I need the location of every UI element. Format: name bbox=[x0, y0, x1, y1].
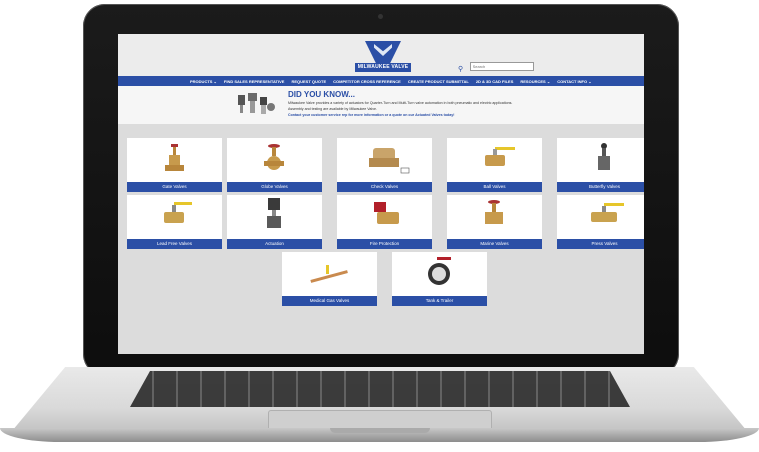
category-card-actuation[interactable]: Actuation bbox=[227, 195, 322, 249]
category-label: Actuation bbox=[227, 239, 322, 249]
lid-notch bbox=[330, 428, 430, 433]
search-input[interactable] bbox=[469, 62, 534, 72]
dyk-title: DID YOU KNOW... bbox=[288, 90, 355, 99]
category-label: Butterfly Valves bbox=[557, 182, 644, 192]
category-label: Press Valves bbox=[557, 239, 644, 249]
category-card-gate-valves[interactable]: Gate Valves bbox=[127, 138, 222, 192]
check-valve-icon bbox=[369, 148, 410, 174]
category-card-ball-valves[interactable]: Ball Valves bbox=[447, 138, 542, 192]
press-valve-icon bbox=[591, 203, 624, 222]
keyboard bbox=[130, 371, 630, 407]
butterfly-valve-icon bbox=[598, 143, 610, 170]
category-label: Lead Free Valves bbox=[127, 239, 222, 249]
marine-valve-icon bbox=[485, 200, 503, 224]
nav-products[interactable]: PRODUCTS ⌄ bbox=[190, 79, 217, 84]
lead-free-valve-icon bbox=[164, 202, 192, 223]
nav-competitor-cross-reference[interactable]: COMPETITOR CROSS REFERENCE bbox=[333, 79, 401, 84]
category-card-medical-gas-valves[interactable]: Medical Gas Valves bbox=[282, 252, 377, 306]
category-label: Globe Valves bbox=[227, 182, 322, 192]
fire-protection-icon bbox=[374, 202, 399, 224]
laptop-base bbox=[0, 367, 759, 452]
nav-create-product-submittal[interactable]: CREATE PRODUCT SUBMITTAL bbox=[408, 79, 469, 84]
did-you-know-banner: DID YOU KNOW... Milwaukee Valve provides… bbox=[118, 86, 644, 124]
nav-cad-files[interactable]: 2D & 3D CAD FILES bbox=[476, 79, 514, 84]
category-label: Gate Valves bbox=[127, 182, 222, 192]
category-card-marine-valves[interactable]: Marine Valves bbox=[447, 195, 542, 249]
category-label: Tank & Trailer bbox=[392, 296, 487, 306]
medical-gas-valve-icon bbox=[310, 265, 348, 283]
main-nav: PRODUCTS ⌄ FIND SALES REPRESENTATIVE REQ… bbox=[118, 76, 644, 86]
dyk-line-1: Milwaukee Valve provides a variety of ac… bbox=[288, 101, 513, 105]
nav-resources[interactable]: RESOURCES ⌄ bbox=[520, 79, 550, 84]
category-card-press-valves[interactable]: Press Valves bbox=[557, 195, 644, 249]
tank-trailer-valve-icon bbox=[428, 257, 451, 285]
actuated-valves-image bbox=[238, 93, 275, 114]
nav-find-sales-rep[interactable]: FIND SALES REPRESENTATIVE bbox=[224, 79, 285, 84]
category-card-butterfly-valves[interactable]: Butterfly Valves bbox=[557, 138, 644, 192]
camera-icon bbox=[378, 14, 383, 19]
search-icon[interactable]: ⚲ bbox=[458, 66, 463, 73]
gate-valve-icon bbox=[165, 144, 184, 171]
category-card-lead-free-valves[interactable]: Lead Free Valves bbox=[127, 195, 222, 249]
logo-text: MILWAUKEE VALVE bbox=[355, 63, 411, 72]
logo-mark-icon bbox=[365, 41, 401, 63]
browser-screen: MILWAUKEE VALVE ⚲ PRODUCTS ⌄ FIND SALES … bbox=[118, 34, 644, 354]
category-card-check-valves[interactable]: Check Valves bbox=[337, 138, 432, 192]
category-card-fire-protection[interactable]: Fire Protection bbox=[337, 195, 432, 249]
actuator-icon bbox=[267, 198, 281, 228]
category-label: Fire Protection bbox=[337, 239, 432, 249]
milwaukee-valve-logo[interactable]: MILWAUKEE VALVE bbox=[355, 41, 411, 74]
ball-valve-icon bbox=[485, 147, 515, 166]
category-label: Check Valves bbox=[337, 182, 432, 192]
category-label: Ball Valves bbox=[447, 182, 542, 192]
dyk-line-2: Assembly and testing are available by Mi… bbox=[288, 107, 378, 111]
search-box: ⚲ bbox=[458, 58, 534, 76]
dyk-line-3[interactable]: Contact your customer service rep for mo… bbox=[288, 113, 454, 117]
nav-contact-info[interactable]: CONTACT INFO ⌄ bbox=[557, 79, 591, 84]
nav-request-quote[interactable]: REQUEST QUOTE bbox=[291, 79, 326, 84]
category-card-tank-trailer[interactable]: Tank & Trailer bbox=[392, 252, 487, 306]
site-header: MILWAUKEE VALVE ⚲ bbox=[118, 34, 644, 76]
category-label: Marine Valves bbox=[447, 239, 542, 249]
category-label: Medical Gas Valves bbox=[282, 296, 377, 306]
globe-valve-icon bbox=[264, 144, 284, 170]
category-card-globe-valves[interactable]: Globe Valves bbox=[227, 138, 322, 192]
